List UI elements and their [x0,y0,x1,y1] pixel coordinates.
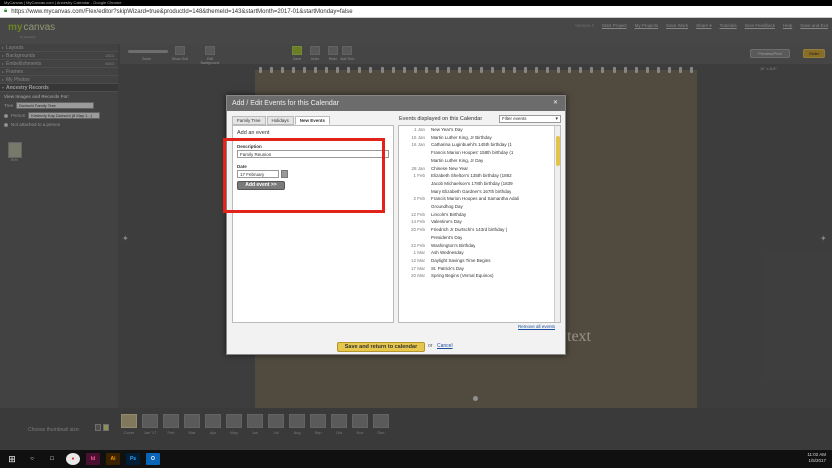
address-bar[interactable]: 🔒︎ https://www.mycanvas.com/Flex/editor?… [0,6,832,18]
event-row[interactable]: 14 Feb Valentine's Day [399,218,560,226]
search-icon[interactable]: ○ [24,451,40,467]
event-date: 1 Mar [413,250,425,256]
event-name: Elizabeth Shelton's 135th birthday (1882 [431,173,512,179]
dialog-tabs: Family Tree Holidays New Events [232,116,331,125]
event-date: 2 Feb [413,196,425,202]
add-event-heading: Add an event [237,130,270,136]
cancel-link[interactable]: Cancel [437,343,453,349]
event-date: 22 Feb [410,242,425,248]
task-view-icon[interactable]: □ [44,451,60,467]
events-scrollbar[interactable] [554,126,560,322]
windows-taskbar: ⊞ ○ □ ● Id Ai Ps O 11:02 AM 1/5/2017 [0,450,832,468]
filter-events-select[interactable]: Filter events [499,115,561,123]
event-name: Chinese New Year [431,165,469,171]
chrome-icon[interactable]: ● [66,453,80,465]
url-text[interactable]: https://www.mycanvas.com/Flex/editor?ski… [11,9,352,15]
event-name: Martin Luther King, Jr Birthday [431,134,492,140]
remove-all-events-link[interactable]: Remove all events [518,324,555,329]
events-dialog: Add / Edit Events for this Calendar ✕ Fa… [223,95,566,355]
event-date [399,234,431,242]
events-list: 1 Jan New Year's Day 16 Jan Martin Luther K… [398,125,561,323]
event-date [399,180,431,188]
lock-icon: 🔒︎ [4,8,8,14]
event-row[interactable]: 1 Mar Ash Wednesday [399,249,560,257]
event-name: Washington's Birthday [431,242,476,248]
outlook-icon[interactable]: O [146,453,160,465]
event-date [399,203,431,211]
event-name: Martin Luther King, Jr Day [431,157,484,163]
event-date: 28 Jan [411,165,425,171]
event-name: President's Day [431,234,463,240]
event-name: Ash Wednesday [431,250,464,256]
event-date: 16 Jan [411,142,425,148]
taskbar-clock[interactable]: 11:02 AM 1/5/2017 [807,452,826,464]
event-row[interactable]: President's Day [399,234,560,242]
scrollbar-thumb[interactable] [556,136,560,166]
event-date: 17 Mar [410,265,425,271]
close-icon[interactable]: ✕ [553,99,561,107]
event-date [399,149,431,157]
event-row[interactable]: 20 Feb Friedrich Jr Durtschi's 143rd birt… [399,226,560,234]
event-name: Friedrich Jr Durtschi's 143rd birthday ( [431,227,508,233]
event-row[interactable]: 2 Feb Francis Marion Hoopes and Samantha … [399,195,560,203]
clock-date: 1/5/2017 [808,458,826,463]
add-event-panel: Add an event Description Family Reunion … [223,125,394,323]
event-name: Mary Elizabeth Gardner's 167th birthday [431,188,512,194]
event-date: 20 Mar [410,273,425,279]
events-list-heading: Events displayed on this Calendar [399,116,483,122]
event-row[interactable]: 12 Feb Lincoln's Birthday [399,211,560,219]
event-name: Lincoln's Birthday [431,211,467,217]
event-name: Francis Marion Hoopes' 158th birthday (1 [431,150,514,156]
event-row[interactable]: Mary Elizabeth Gardner's 167th birthday [399,188,560,196]
event-name: Daylight Savings Time Begins [431,257,491,263]
event-date: 1 Jan [413,127,425,132]
event-name: Jacob Michaelson's 178th birthday (1839 [431,180,513,186]
event-date: 20 Feb [410,227,425,233]
event-date: 1 Feb [413,173,425,179]
indesign-icon[interactable]: Id [86,453,100,465]
event-name: Groundhog Day [431,204,463,210]
event-row[interactable]: 20 Mar Spring Begins (Vernal Equinox) [399,272,560,280]
event-date [399,157,431,165]
event-date [399,188,431,196]
event-row[interactable]: 1 Jan New Year's Day [399,126,560,134]
event-row[interactable]: 17 Mar St. Patrick's Day [399,265,560,273]
or-text: or [428,343,433,349]
event-row[interactable]: 28 Jan Chinese New Year [399,165,560,173]
save-and-return-button[interactable]: Save and return to calendar [337,342,425,352]
windows-start-icon[interactable]: ⊞ [4,451,20,467]
event-date: 12 Mar [410,257,425,263]
event-date: 12 Feb [410,211,425,217]
event-name: New Year's Day [431,127,463,132]
event-row[interactable]: Francis Marion Hoopes' 158th birthday (1 [399,149,560,157]
event-name: Spring Begins (Vernal Equinox) [431,273,494,279]
event-row[interactable]: 1 Feb Elizabeth Shelton's 135th birthday … [399,172,560,180]
dialog-title: Add / Edit Events for this Calendar [227,96,565,111]
tab-family-tree[interactable]: Family Tree [232,116,266,125]
event-name: Catharina Luginbuehl's 145th birthday (1 [431,142,512,148]
event-name: St. Patrick's Day [431,265,464,271]
event-row[interactable]: 22 Feb Washington's Birthday [399,242,560,250]
highlight-box [223,138,385,213]
tab-holidays[interactable]: Holidays [266,116,294,125]
event-date: 16 Jan [411,134,425,140]
event-row[interactable]: 12 Mar Daylight Savings Time Begins [399,257,560,265]
event-row[interactable]: Martin Luther King, Jr Day [399,157,560,165]
event-row[interactable]: 16 Jan Catharina Luginbuehl's 145th birth… [399,141,560,149]
photoshop-icon[interactable]: Ps [126,453,140,465]
tab-new-events[interactable]: New Events [294,116,331,125]
event-name: Valentine's Day [431,219,462,225]
illustrator-icon[interactable]: Ai [106,453,120,465]
event-row[interactable]: Groundhog Day [399,203,560,211]
event-row[interactable]: Jacob Michaelson's 178th birthday (1839 [399,180,560,188]
event-date: 14 Feb [410,219,425,225]
event-name: Francis Marion Hoopes and Samantha Adali [431,196,520,202]
event-row[interactable]: 16 Jan Martin Luther King, Jr Birthday [399,134,560,142]
